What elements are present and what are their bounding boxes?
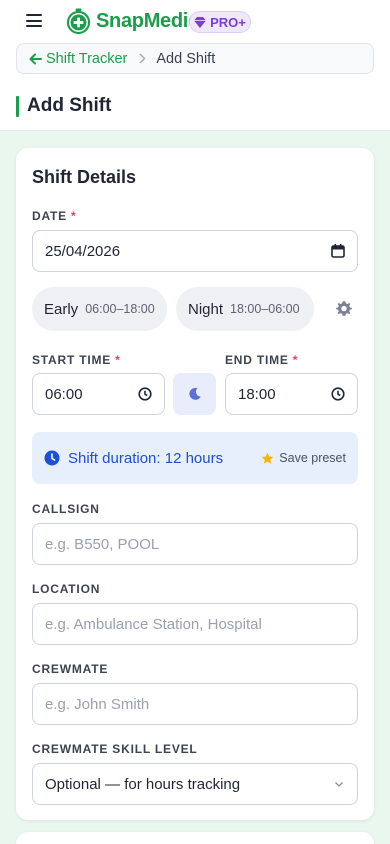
page-title-wrap: Add Shift [16, 95, 111, 117]
preset-night-button[interactable]: Night 18:00–06:00 [176, 287, 314, 331]
callsign-label: CALLSIGN [32, 502, 100, 516]
start-time-value: 06:00 [45, 385, 83, 403]
chevron-right-icon [139, 53, 146, 64]
save-preset-button[interactable]: Save preset [261, 451, 346, 465]
start-time-label-text: START TIME [32, 353, 112, 367]
save-preset-label: Save preset [279, 451, 346, 465]
shift-duration-banner: Shift duration: 12 hours Save preset [32, 432, 358, 484]
preset-name: Night [188, 300, 224, 318]
required-mark: * [115, 353, 121, 367]
date-input[interactable]: 25/04/2026 [32, 230, 358, 272]
breadcrumb-parent: Shift Tracker [46, 50, 128, 67]
date-label-text: DATE [32, 209, 67, 223]
preset-time: 18:00–06:00 [230, 302, 300, 316]
logo-icon [66, 8, 91, 35]
shift-duration-text: Shift duration: 12 hours [68, 449, 224, 467]
skill-level-label: CREWMATE SKILL LEVEL [32, 742, 198, 756]
app-header: SnapMedic PRO+ Shift Tracker Add Shift A… [0, 0, 390, 131]
page-title: Add Shift [27, 95, 112, 116]
card-title: Shift Details [32, 167, 137, 187]
skill-level-value: Optional — for hours tracking [45, 775, 241, 793]
callsign-field[interactable] [32, 523, 358, 565]
end-time-input[interactable]: 18:00 [225, 373, 358, 415]
location-label: LOCATION [32, 582, 101, 596]
breadcrumb: Shift Tracker Add Shift [16, 43, 374, 74]
gear-icon[interactable] [335, 300, 353, 318]
diamond-icon [194, 16, 207, 28]
calendar-icon[interactable] [331, 244, 345, 258]
moon-icon [188, 387, 201, 400]
overnight-toggle-button[interactable] [173, 373, 216, 415]
end-time-label: END TIME * [225, 353, 298, 367]
star-icon [261, 452, 274, 464]
crewmate-input[interactable] [45, 695, 345, 713]
crewmate-field[interactable] [32, 683, 358, 725]
end-time-label-text: END TIME [225, 353, 289, 367]
preset-early-button[interactable]: Early 06:00–18:00 [32, 287, 167, 331]
end-time-value: 18:00 [238, 385, 276, 403]
preset-name: Early [44, 300, 79, 318]
app-name: SnapMedic [96, 10, 199, 32]
menu-icon[interactable] [26, 14, 42, 30]
pro-badge-label: PRO+ [210, 14, 246, 30]
breadcrumb-current: Add Shift [156, 50, 216, 67]
start-time-input[interactable]: 06:00 [32, 373, 165, 415]
location-field[interactable] [32, 603, 358, 645]
required-mark: * [70, 209, 77, 223]
crewmate-label: CREWMATE [32, 662, 109, 676]
callsign-input[interactable] [45, 535, 345, 553]
title-accent-bar [16, 95, 19, 117]
app-logo[interactable]: SnapMedic [64, 7, 199, 36]
location-input[interactable] [45, 615, 345, 633]
preset-time: 06:00–18:00 [85, 302, 155, 316]
date-value: 25/04/2026 [45, 242, 121, 260]
clock-icon [44, 450, 60, 466]
pro-badge[interactable]: PRO+ [189, 11, 251, 33]
next-card [16, 832, 374, 844]
arrow-left-icon [29, 53, 42, 64]
clock-icon[interactable] [138, 387, 152, 401]
shift-details-card: Shift Details DATE * 25/04/2026 Early 06:… [16, 148, 374, 820]
required-mark: * [292, 353, 299, 367]
date-label: DATE * [32, 209, 76, 223]
clock-icon[interactable] [331, 387, 345, 401]
skill-level-select[interactable]: Optional — for hours tracking [32, 763, 358, 805]
breadcrumb-back-link[interactable]: Shift Tracker [29, 51, 127, 67]
chevron-down-icon [335, 782, 343, 787]
start-time-label: START TIME * [32, 353, 121, 367]
